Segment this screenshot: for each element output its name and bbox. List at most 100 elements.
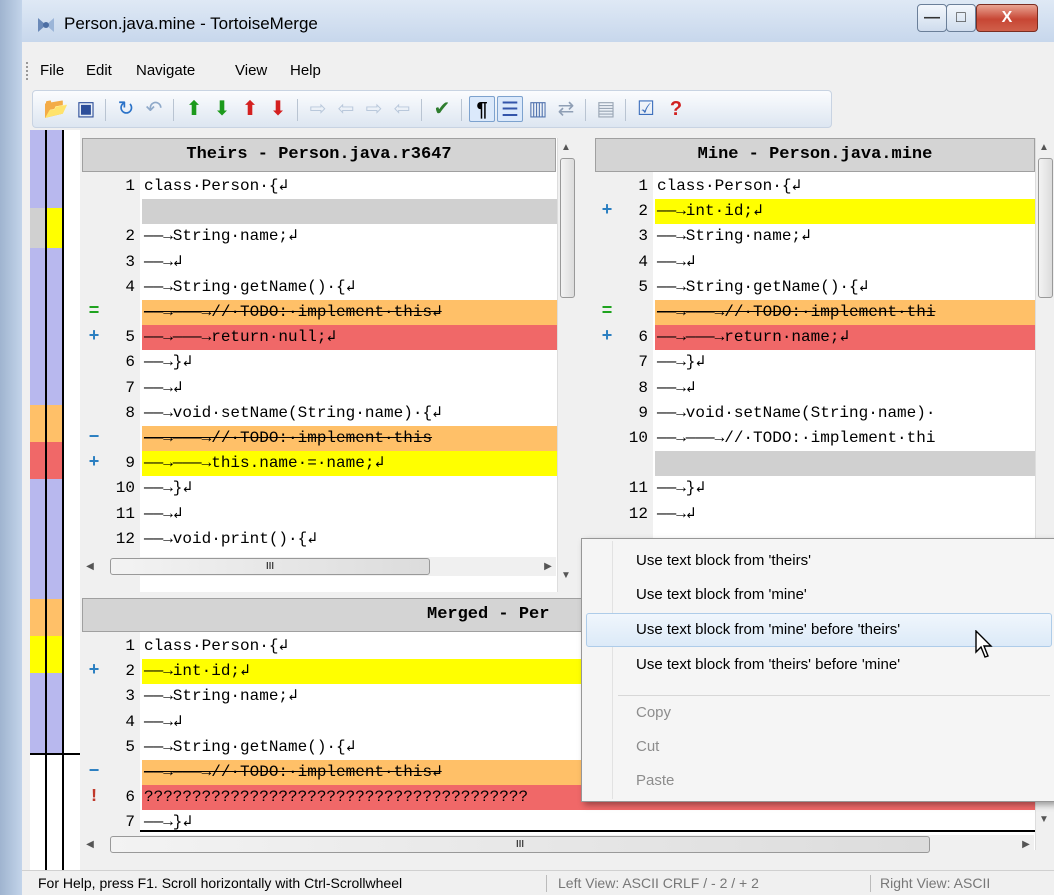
minimize-button[interactable]: —	[917, 4, 947, 32]
one-pane-icon[interactable]: ▥	[525, 96, 551, 122]
line-number: 5	[125, 737, 135, 756]
removed-marker-icon: −	[88, 762, 100, 782]
theirs-line[interactable]: 3 ——→↲	[82, 249, 557, 275]
mine-line[interactable]: 12 ——→↲	[595, 501, 1035, 527]
theirs-line[interactable]: 7 ——→↲	[82, 375, 557, 401]
context-menu: Use text block from 'theirs' Use text bl…	[581, 538, 1054, 802]
menu-use-mine[interactable]: Use text block from 'mine'	[636, 579, 807, 611]
theirs-line[interactable]: +5 ——→———→return·null;↲	[82, 325, 557, 351]
scroll-down-arrow[interactable]: ▼	[1036, 810, 1052, 829]
mine-line[interactable]: 10 ——→———→//·TODO:·implement·thi	[595, 426, 1035, 451]
close-button[interactable]: X	[976, 4, 1038, 32]
mine-pane[interactable]: Mine - Person.java.mine 1 class·Person·{↲…	[595, 138, 1054, 558]
mouse-cursor-icon	[975, 630, 993, 658]
next-diff-icon[interactable]: ⬇	[209, 96, 235, 122]
theirs-line[interactable]: 10 ——→}↲	[82, 476, 557, 502]
mine-line[interactable]: 1 class·Person·{↲	[595, 174, 1035, 199]
code-text: ——→}↲	[142, 476, 557, 502]
use-theirs-then-mine-icon[interactable]: ⇨	[361, 96, 387, 122]
menu-use-mine-before-theirs[interactable]: Use text block from 'mine' before 'their…	[636, 614, 900, 646]
locator-segment	[30, 442, 45, 479]
mine-line[interactable]: 11 ——→}↲	[595, 476, 1035, 502]
next-conflict-icon[interactable]: ⬇	[265, 96, 291, 122]
use-mine-block-icon[interactable]: ⇦	[333, 96, 359, 122]
code-text: ——→void·print()·{↲	[142, 526, 557, 552]
scroll-right-arrow[interactable]: ▶	[1018, 835, 1034, 854]
two-pane-icon[interactable]: ⇄	[553, 96, 579, 122]
maximize-button[interactable]: □	[946, 4, 976, 32]
ignore-whitespace-icon[interactable]: ▤	[593, 96, 619, 122]
mine-line[interactable]: 5 ——→String·getName()·{↲	[595, 274, 1035, 300]
theirs-vscrollbar[interactable]: ▲ ▼	[557, 138, 576, 592]
locator-bar[interactable]	[30, 130, 80, 870]
menu-help[interactable]: Help	[290, 62, 321, 79]
theirs-line[interactable]: 8 ——→void·setName(String·name)·{↲	[82, 400, 557, 426]
mine-line[interactable]	[595, 451, 1035, 477]
theirs-line[interactable]: 6 ——→}↲	[82, 350, 557, 376]
scroll-up-arrow[interactable]: ▲	[1036, 138, 1052, 157]
equal-marker-icon: =	[88, 302, 100, 322]
theirs-line[interactable]: − ——→———→//·TODO:·implement·this	[82, 426, 557, 451]
mine-vscroll-thumb[interactable]	[1038, 158, 1053, 298]
scroll-left-arrow[interactable]: ◀	[82, 557, 98, 576]
mine-line[interactable]: 4 ——→↲	[595, 249, 1035, 275]
open-icon[interactable]: 📂	[43, 96, 69, 122]
theirs-pane[interactable]: Theirs - Person.java.r3647 1 class·Person…	[82, 138, 576, 592]
toolbar-separator	[625, 99, 626, 121]
reload-icon[interactable]: ↻	[113, 96, 139, 122]
theirs-line[interactable]: 4 ——→String·getName()·{↲	[82, 274, 557, 300]
mine-line[interactable]: 7 ——→}↲	[595, 350, 1035, 376]
theirs-line[interactable]: +9 ——→———→this.name·=·name;↲	[82, 451, 557, 477]
scroll-down-arrow[interactable]: ▼	[558, 566, 574, 585]
menu-view[interactable]: View	[235, 62, 267, 79]
theirs-vscroll-thumb[interactable]	[560, 158, 575, 298]
theirs-hscroll-thumb[interactable]: III	[110, 558, 430, 575]
theirs-line[interactable]: 12 ——→void·print()·{↲	[82, 526, 557, 552]
scroll-up-arrow[interactable]: ▲	[558, 138, 574, 157]
menu-use-theirs-before-mine[interactable]: Use text block from 'theirs' before 'min…	[636, 649, 900, 681]
line-number: 11	[628, 479, 648, 498]
scroll-right-arrow[interactable]: ▶	[540, 557, 556, 576]
menu-paste[interactable]: Paste	[636, 765, 674, 797]
menu-copy[interactable]: Copy	[636, 697, 671, 729]
code-text: ——→String·getName()·{↲	[142, 274, 557, 300]
merged-hscrollbar[interactable]: ◀ III ▶	[82, 835, 1034, 854]
mine-line[interactable]: +6 ——→———→return·name;↲	[595, 325, 1035, 351]
mine-line[interactable]: 3 ——→String·name;↲	[595, 224, 1035, 250]
theirs-line[interactable]: 1 class·Person·{↲	[82, 174, 557, 199]
mine-line[interactable]: 8 ——→↲	[595, 375, 1035, 401]
theirs-line[interactable]: 2 ——→String·name;↲	[82, 224, 557, 250]
menu-grip[interactable]	[26, 62, 29, 80]
save-icon[interactable]: ▣	[73, 96, 99, 122]
line-number: 2	[125, 227, 135, 246]
help-icon[interactable]: ?	[663, 96, 689, 122]
menu-cut[interactable]: Cut	[636, 731, 659, 763]
menu-navigate[interactable]: Navigate	[136, 62, 195, 79]
undo-icon[interactable]: ↶	[141, 96, 167, 122]
theirs-line[interactable]	[82, 199, 557, 225]
mark-conflict-resolved-icon[interactable]: ☑	[633, 96, 659, 122]
line-number: 4	[638, 252, 648, 271]
inline-diff-icon[interactable]: ☰	[497, 96, 523, 122]
theirs-hscrollbar[interactable]: ◀ III ▶	[82, 557, 556, 576]
code-text: ——→↲	[142, 375, 557, 401]
scroll-left-arrow[interactable]: ◀	[82, 835, 98, 854]
menu-edit[interactable]: Edit	[86, 62, 112, 79]
mine-vscrollbar[interactable]: ▲	[1035, 138, 1054, 558]
mark-resolved-icon[interactable]: ✔	[429, 96, 455, 122]
show-whitespace-icon[interactable]: ¶	[469, 96, 495, 122]
mine-line[interactable]: +2 ——→int·id;↲	[595, 199, 1035, 225]
use-mine-then-theirs-icon[interactable]: ⇦	[389, 96, 415, 122]
locator-segment	[47, 479, 62, 599]
mine-line[interactable]: = ——→———→//·TODO:·implement·thi	[595, 300, 1035, 325]
use-theirs-block-icon[interactable]: ⇨	[305, 96, 331, 122]
theirs-line[interactable]: = ——→———→//·TODO:·implement·this↲	[82, 300, 557, 325]
mine-line[interactable]: 9 ——→void·setName(String·name)·	[595, 400, 1035, 426]
close-icon: X	[1001, 9, 1013, 26]
prev-conflict-icon[interactable]: ⬆	[237, 96, 263, 122]
prev-diff-icon[interactable]: ⬆	[181, 96, 207, 122]
theirs-line[interactable]: 11 ——→↲	[82, 501, 557, 527]
menu-use-theirs[interactable]: Use text block from 'theirs'	[636, 545, 811, 577]
merged-hscroll-thumb[interactable]: III	[110, 836, 930, 853]
menu-file[interactable]: File	[40, 62, 64, 79]
